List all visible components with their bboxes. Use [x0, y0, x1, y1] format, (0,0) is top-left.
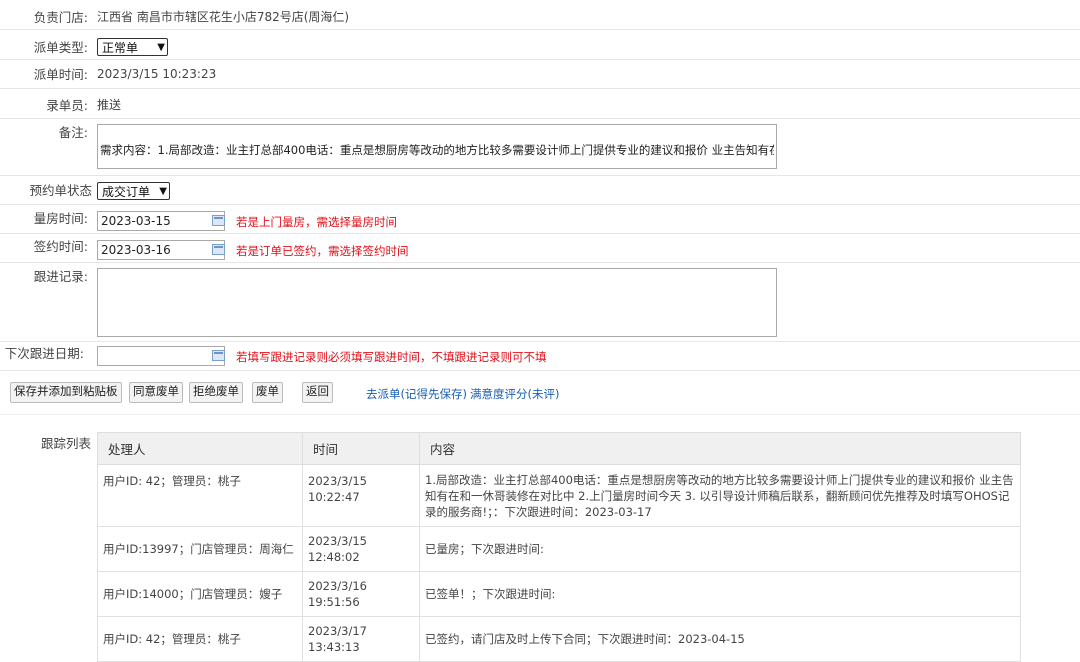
header-time: 时间: [302, 432, 420, 465]
cell-handler: 用户ID:14000；门店管理员：嫂子: [97, 571, 303, 617]
measure-time-label: 量房时间:: [33, 211, 88, 226]
follow-record-label: 跟进记录:: [33, 269, 88, 284]
tracking-label: 跟踪列表: [40, 436, 91, 451]
calendar-icon[interactable]: [212, 350, 225, 361]
cell-content: 已签单！；下次跟进时间:: [419, 571, 1021, 617]
cell-time: 2023/3/15 10:22:47: [302, 464, 420, 527]
measure-time-hint: 若是上门量房，需选择量房时间: [236, 215, 397, 229]
cell-content: 已量房；下次跟进时间:: [419, 526, 1021, 572]
cell-handler: 用户ID: 42；管理员：桃子: [97, 616, 303, 662]
store-row: 负责门店: 江西省 南昌市市辖区花生小店782号店(周海仁): [0, 0, 1080, 30]
dispatch-time-label: 派单时间:: [33, 67, 88, 82]
measure-time-row: 量房时间: 2023-03-15 若是上门量房，需选择量房时间: [0, 205, 1080, 234]
table-row: 用户ID:14000；门店管理员：嫂子 2023/3/16 19:51:56 已…: [97, 571, 1021, 617]
order-status-select[interactable]: 成交订单 ▼: [97, 182, 170, 200]
table-header-row: 处理人 时间 内容: [97, 432, 1021, 465]
next-follow-hint: 若填写跟进记录则必须填写跟进时间，不填跟进记录则可不填: [236, 350, 547, 364]
order-status-row: 预约单状态 成交订单 ▼: [0, 176, 1080, 205]
store-value: 江西省 南昌市市辖区花生小店782号店(周海仁): [97, 10, 350, 24]
dispatch-time-row: 派单时间: 2023/3/15 10:23:23: [0, 60, 1080, 89]
header-handler: 处理人: [97, 432, 303, 465]
save-copy-button[interactable]: 保存并添加到粘贴板: [10, 382, 122, 403]
rating-link[interactable]: 满意度评分(未评): [470, 386, 559, 402]
dispatch-time-value: 2023/3/15 10:23:23: [97, 67, 217, 81]
reject-void-button[interactable]: 拒绝废单: [189, 382, 243, 403]
remark-label: 备注:: [58, 125, 88, 140]
table-row: 用户ID:13997；门店管理员：周海仁 2023/3/15 12:48:02 …: [97, 526, 1021, 572]
cell-content: 已签约，请门店及时上传下合同；下次跟进时间：2023-04-15: [419, 616, 1021, 662]
dispatch-type-selected: 正常单: [102, 40, 139, 55]
cell-time: 2023/3/17 13:43:13: [302, 616, 420, 662]
cell-handler: 用户ID: 42；管理员：桃子: [97, 464, 303, 527]
void-button[interactable]: 废单: [252, 382, 283, 403]
cell-time: 2023/3/15 12:48:02: [302, 526, 420, 572]
cell-time: 2023/3/16 19:51:56: [302, 571, 420, 617]
next-follow-label: 下次跟进日期:: [4, 346, 84, 361]
remark-row: 备注: 需求内容：1.局部改造：业主打总部400电话：重点是想厨房等改动的地方比…: [0, 119, 1080, 176]
divider: [0, 414, 1080, 415]
back-button[interactable]: 返回: [302, 382, 333, 403]
calendar-icon[interactable]: [212, 244, 225, 255]
remark-textarea[interactable]: 需求内容：1.局部改造：业主打总部400电话：重点是想厨房等改动的地方比较多需要…: [97, 124, 777, 169]
store-label: 负责门店:: [33, 10, 88, 25]
approve-void-button[interactable]: 同意废单: [129, 382, 183, 403]
recorder-label: 录单员:: [46, 98, 88, 113]
remark-text: 需求内容：1.局部改造：业主打总部400电话：重点是想厨房等改动的地方比较多需要…: [100, 143, 774, 157]
dispatch-type-row: 派单类型: 正常单 ▼: [0, 30, 1080, 60]
tracking-table: 处理人 时间 内容 用户ID: 42；管理员：桃子 2023/3/15 10:2…: [97, 432, 1021, 662]
recorder-value: 推送: [97, 98, 122, 112]
sign-time-row: 签约时间: 2023-03-16 若是订单已签约，需选择签约时间: [0, 234, 1080, 263]
header-content: 内容: [419, 432, 1021, 465]
sign-time-hint: 若是订单已签约，需选择签约时间: [236, 244, 409, 258]
dispatch-link[interactable]: 去派单(记得先保存): [366, 386, 467, 402]
dispatch-type-label: 派单类型:: [33, 40, 88, 55]
follow-record-row: 跟进记录:: [0, 263, 1080, 342]
chevron-down-icon: ▼: [157, 41, 165, 53]
order-status-selected: 成交订单: [102, 184, 151, 199]
next-follow-input[interactable]: [97, 346, 225, 366]
sign-time-label: 签约时间:: [33, 239, 88, 254]
recorder-row: 录单员: 推送: [0, 89, 1080, 119]
order-status-label: 预约单状态: [29, 183, 92, 198]
measure-time-input[interactable]: 2023-03-15: [97, 211, 225, 231]
table-row: 用户ID: 42；管理员：桃子 2023/3/17 13:43:13 已签约，请…: [97, 616, 1021, 662]
cell-content: 1.局部改造：业主打总部400电话：重点是想厨房等改动的地方比较多需要设计师上门…: [419, 464, 1021, 527]
table-row: 用户ID: 42；管理员：桃子 2023/3/15 10:22:47 1.局部改…: [97, 464, 1021, 527]
dispatch-type-select[interactable]: 正常单 ▼: [97, 38, 168, 56]
next-follow-row: 下次跟进日期: 若填写跟进记录则必须填写跟进时间，不填跟进记录则可不填: [0, 342, 1080, 371]
calendar-icon[interactable]: [212, 215, 225, 226]
cell-handler: 用户ID:13997；门店管理员：周海仁: [97, 526, 303, 572]
chevron-down-icon: ▼: [159, 185, 167, 197]
follow-record-textarea[interactable]: [97, 268, 777, 337]
sign-time-input[interactable]: 2023-03-16: [97, 240, 225, 260]
